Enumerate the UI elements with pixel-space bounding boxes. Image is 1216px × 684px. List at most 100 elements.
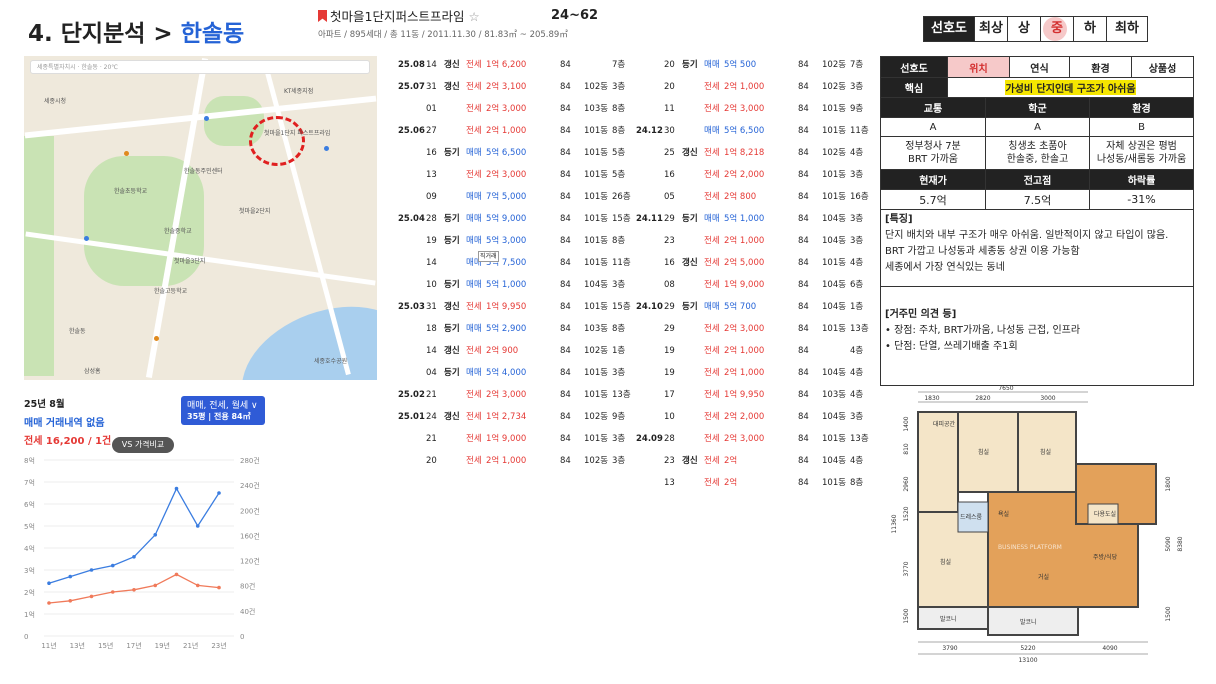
- tx-dong: 104동: [822, 214, 847, 224]
- tx-area: 84: [560, 456, 571, 466]
- transaction-row[interactable]: 21 전세 1억 9,000 84 101동 3층: [398, 428, 638, 450]
- room-label: 주방/식당: [1093, 553, 1118, 561]
- dim-bottom-1: 3790: [942, 645, 957, 652]
- tx-price: 2억 2,000: [724, 170, 765, 180]
- transaction-row[interactable]: 24.11 29 등기 매매 5억 1,000 84 104동 3층: [636, 208, 876, 230]
- tx-area: 84: [798, 302, 809, 312]
- pref-option-top[interactable]: 최상: [974, 17, 1007, 41]
- poi-marker[interactable]: [124, 151, 129, 156]
- transaction-row[interactable]: 25.03 31 갱신 전세 1억 9,950 84 101동 15층: [398, 296, 638, 318]
- transaction-row[interactable]: 01 전세 2억 3,000 84 103동 8층: [398, 98, 638, 120]
- transaction-row[interactable]: 09 매매 7억 5,000 84 101동 26층: [398, 186, 638, 208]
- pref-option-lowest[interactable]: 최하: [1106, 17, 1147, 41]
- tx-tag: 등기: [444, 368, 460, 378]
- transaction-row[interactable]: 13 전세 2억 84 101동 8층: [636, 472, 876, 494]
- poi-marker[interactable]: [154, 336, 159, 341]
- transaction-row[interactable]: 19 등기 매매 5억 3,000 84 101동 8층: [398, 230, 638, 252]
- deal-type-dropdown[interactable]: 매매, 전세, 월세 ∨ 35평 | 전용 84㎡: [181, 396, 265, 425]
- transaction-row[interactable]: 16 전세 2억 2,000 84 101동 3층: [636, 164, 876, 186]
- transaction-row[interactable]: 23 전세 2억 1,000 84 104동 3층: [636, 230, 876, 252]
- map-view[interactable]: 세종특별자치시 · 한솔동 · 20℃ 첫마을1단지 퍼스트프라임 한솔초등학교…: [24, 56, 377, 380]
- transaction-row[interactable]: 16 갱신 전세 2억 5,000 84 101동 4층: [636, 252, 876, 274]
- tx-price: 5억 1,000: [724, 214, 765, 224]
- transaction-row[interactable]: 14 매매 3억 7,500 84 101동 11층 직거래: [398, 251, 638, 274]
- opinion-pros: • 장점: 주차, BRT가까움, 나성동 근접, 인프라: [885, 325, 1081, 336]
- transaction-row[interactable]: 14 갱신 전세 2억 900 84 102동 1층: [398, 340, 638, 362]
- transaction-row[interactable]: 29 전세 2억 3,000 84 101동 13층: [636, 318, 876, 340]
- tx-dong: 101동: [822, 324, 847, 334]
- tx-floor: 3층: [850, 170, 864, 180]
- info-head-age: 연식: [1009, 57, 1069, 77]
- transaction-row[interactable]: 13 전세 2억 3,000 84 101동 5층: [398, 164, 638, 186]
- y-tick-right: 160건: [240, 531, 260, 540]
- tx-area: 84: [798, 60, 809, 70]
- tx-floor: 8층: [850, 478, 864, 488]
- price-current: 5.7억: [919, 193, 947, 207]
- opinion-title: [거주민 의견 등]: [885, 309, 957, 320]
- transaction-row[interactable]: 25.02 21 전세 2억 3,000 84 101동 13층: [398, 384, 638, 406]
- transaction-row[interactable]: 24.09 28 전세 2억 3,000 84 101동 13층: [636, 428, 876, 450]
- transaction-row[interactable]: 25.04 28 등기 매매 5억 9,000 84 101동 15층: [398, 208, 638, 230]
- tx-type: 전세: [466, 412, 482, 422]
- pref-option-low[interactable]: 하: [1073, 17, 1106, 41]
- transaction-row[interactable]: 04 등기 매매 5억 4,000 84 101동 3층: [398, 362, 638, 384]
- transaction-row[interactable]: 19 전세 2억 1,000 84 104동 4층: [636, 362, 876, 384]
- transaction-row[interactable]: 11 전세 2억 3,000 84 101동 9층: [636, 98, 876, 120]
- transaction-list-right: 20 등기 매매 5억 500 84 102동 7층 20 전세 2억 1,000 84 102동 3층…: [636, 54, 876, 514]
- poi-marker[interactable]: [84, 236, 89, 241]
- tx-day: 13: [426, 170, 437, 180]
- transaction-row[interactable]: 05 전세 2억 800 84 101동 16층: [636, 186, 876, 208]
- transaction-row[interactable]: 17 전세 1억 9,950 84 103동 4층: [636, 384, 876, 406]
- transaction-row[interactable]: 10 등기 매매 5억 1,000 84 104동 3층: [398, 274, 638, 296]
- grade-head-school: 학군: [985, 98, 1089, 117]
- tx-area: 84: [798, 214, 809, 224]
- transaction-row[interactable]: 25 갱신 전세 1억 8,218 84 102동 4층: [636, 142, 876, 164]
- transaction-row[interactable]: 23 갱신 전세 2억 84 104동 4층: [636, 450, 876, 472]
- transaction-row[interactable]: 25.01 24 갱신 전세 1억 2,734 84 102동 9층: [398, 406, 638, 428]
- grade-school: A: [985, 118, 1089, 136]
- transaction-row[interactable]: 19 전세 2억 1,000 84 4층: [636, 340, 876, 362]
- bookmark-icon[interactable]: [318, 10, 327, 22]
- transaction-row[interactable]: 24.12 30 매매 5억 6,500 84 101동 11층: [636, 120, 876, 142]
- data-point: [68, 574, 73, 579]
- transaction-row[interactable]: 24.10 29 등기 매매 5억 700 84 104동 1층: [636, 296, 876, 318]
- transaction-row[interactable]: 18 등기 매매 5억 2,900 84 103동 8층: [398, 318, 638, 340]
- tx-type: 전세: [704, 258, 720, 268]
- tx-type: 전세: [704, 82, 720, 92]
- tx-price: 5억 9,000: [486, 214, 527, 224]
- poi-marker[interactable]: [324, 146, 329, 151]
- transaction-row[interactable]: 20 전세 2억 1,000 84 102동 3층: [398, 450, 638, 472]
- tx-day: 18: [426, 324, 437, 334]
- map-search-input[interactable]: 세종특별자치시 · 한솔동 · 20℃: [30, 60, 370, 74]
- tx-date: 24.10: [636, 302, 663, 312]
- tx-dong: 104동: [822, 236, 847, 246]
- map-label: 세종호수공원: [314, 358, 348, 365]
- info-head-pref: 선호도: [881, 57, 947, 77]
- transaction-row[interactable]: 20 등기 매매 5억 500 84 102동 7층: [636, 54, 876, 76]
- tx-type: 전세: [704, 192, 720, 202]
- transaction-row[interactable]: 25.08 14 갱신 전세 1억 6,200 84 7층: [398, 54, 638, 76]
- tx-type: 전세: [704, 368, 720, 378]
- pref-option-high[interactable]: 상: [1007, 17, 1040, 41]
- tx-floor: 3층: [850, 412, 864, 422]
- poi-marker[interactable]: [204, 116, 209, 121]
- tx-floor: 8층: [612, 236, 626, 246]
- transaction-row[interactable]: 25.07 31 갱신 전세 2억 3,100 84 102동 3층: [398, 76, 638, 98]
- transaction-row[interactable]: 25.06 27 전세 2억 1,000 84 101동 8층: [398, 120, 638, 142]
- pref-option-mid[interactable]: 중: [1040, 17, 1073, 41]
- tx-date: 25.01: [398, 412, 425, 422]
- tx-price: 5억 3,000: [486, 236, 527, 246]
- opinion-section: [거주민 의견 등] • 장점: 주차, BRT가까움, 나성동 근접, 인프라…: [881, 287, 1193, 385]
- tx-price: 2억 3,000: [486, 390, 527, 400]
- tx-dong: 101동: [584, 126, 609, 136]
- tx-floor: 3층: [612, 82, 626, 92]
- map-label: 첫마을2단지: [239, 208, 271, 215]
- transaction-row[interactable]: 16 등기 매매 5억 6,500 84 101동 5층: [398, 142, 638, 164]
- transaction-row[interactable]: 20 전세 2억 1,000 84 102동 3층: [636, 76, 876, 98]
- tx-date: 25.04: [398, 214, 425, 224]
- transaction-row[interactable]: 08 전세 1억 9,000 84 104동 6층: [636, 274, 876, 296]
- star-icon[interactable]: ☆: [468, 9, 479, 24]
- transaction-row[interactable]: 10 전세 2억 2,000 84 104동 3층: [636, 406, 876, 428]
- analysis-table: 선호도 위치 연식 환경 상품성 핵심 가성비 단지인데 구조가 아쉬움 교통 …: [880, 56, 1194, 386]
- price-compare-button[interactable]: VS 가격비교: [112, 437, 174, 453]
